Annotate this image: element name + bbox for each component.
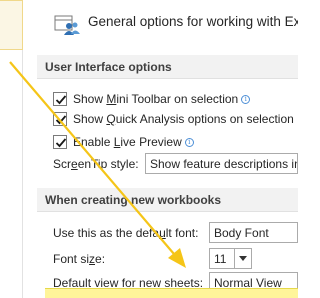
sidebar-item-general[interactable]	[0, 0, 23, 50]
info-icon[interactable]: i	[241, 94, 251, 104]
screentip-style-select[interactable]: Show feature descriptions in	[145, 153, 298, 174]
mini-toolbar-checkbox[interactable]	[53, 92, 67, 106]
font-size-label: Font size:	[53, 252, 106, 266]
quick-analysis-option[interactable]: Show Quick Analysis options on selection	[53, 110, 294, 128]
mini-toolbar-option[interactable]: Show Mini Toolbar on selection i	[53, 90, 251, 108]
live-preview-option[interactable]: Enable Live Preview i	[53, 133, 194, 151]
info-icon[interactable]: i	[184, 137, 194, 147]
page-title: General options for working with Exc	[88, 14, 298, 29]
excel-options-general-panel: General options for working with Exc Use…	[0, 0, 298, 298]
general-options-icon	[52, 8, 82, 38]
quick-analysis-checkbox[interactable]	[53, 112, 67, 126]
chevron-down-icon[interactable]	[234, 249, 251, 268]
highlight-callout	[45, 288, 298, 298]
mini-toolbar-label: Show Mini Toolbar on selection	[73, 92, 239, 106]
sidebar-divider	[22, 50, 23, 298]
sidebar-divider-highlight	[22, 0, 23, 50]
default-font-select[interactable]: Body Font	[209, 222, 298, 243]
live-preview-checkbox[interactable]	[53, 135, 67, 149]
section-header-user-interface: User Interface options	[37, 55, 298, 79]
live-preview-label: Enable Live Preview	[73, 135, 182, 149]
screentip-style-label: ScreenTip style:	[53, 157, 139, 171]
default-font-label: Use this as the default font:	[53, 226, 199, 240]
section-header-new-workbooks: When creating new workbooks	[37, 188, 298, 212]
quick-analysis-label: Show Quick Analysis options on selection	[73, 112, 294, 126]
font-size-value: 11	[214, 252, 227, 266]
options-sidebar	[0, 0, 32, 298]
font-size-select[interactable]: 11	[209, 248, 252, 269]
